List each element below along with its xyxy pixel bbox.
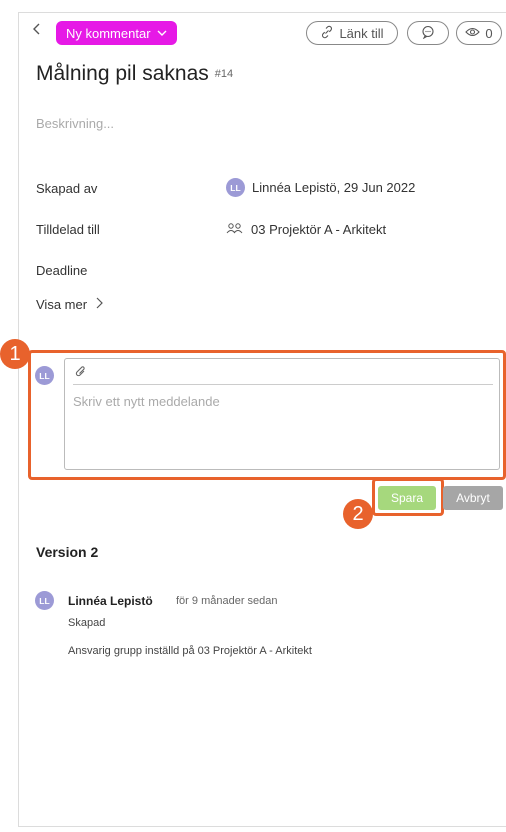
history-author: Linnéa Lepistö xyxy=(68,594,153,608)
watchers-button[interactable]: 0 xyxy=(456,21,502,45)
save-button[interactable]: Spara xyxy=(378,486,436,510)
comment-editor[interactable]: Skriv ett nytt meddelande xyxy=(64,358,500,470)
chevron-right-icon xyxy=(95,297,103,312)
assigned-to-label: Tilldelad till xyxy=(36,222,100,237)
group-icon xyxy=(226,222,244,237)
history-time: för 9 månader sedan xyxy=(176,595,278,607)
link-icon xyxy=(320,25,334,42)
comment-button[interactable] xyxy=(407,21,449,45)
eye-icon xyxy=(465,26,481,41)
comment-avatar: LL xyxy=(35,366,54,385)
assigned-to-text: 03 Projektör A - Arkitekt xyxy=(251,222,387,237)
created-by-label: Skapad av xyxy=(36,181,98,196)
chevron-down-icon xyxy=(157,26,167,41)
history-avatar: LL xyxy=(35,591,54,610)
history-created: Skapad xyxy=(68,617,106,629)
issue-number: #14 xyxy=(214,68,234,81)
show-more-button[interactable]: Visa mer xyxy=(36,297,103,312)
comment-icon xyxy=(421,25,435,42)
chevron-left-icon[interactable] xyxy=(32,22,42,41)
new-comment-dropdown[interactable]: Ny kommentar xyxy=(56,21,177,45)
link-to-button[interactable]: Länk till xyxy=(306,21,398,45)
watchers-count: 0 xyxy=(485,25,493,41)
new-comment-label: Ny kommentar xyxy=(66,25,151,41)
created-by-value: LL Linnéa Lepistö, 29 Jun 2022 xyxy=(226,178,415,197)
created-by-text: Linnéa Lepistö, 29 Jun 2022 xyxy=(252,180,416,195)
editor-toolbar xyxy=(73,364,493,385)
issue-title[interactable]: Målning pil saknas #14 xyxy=(36,62,233,86)
assigned-to-value[interactable]: 03 Projektör A - Arkitekt xyxy=(226,222,386,237)
paperclip-icon[interactable] xyxy=(75,365,87,384)
description-field[interactable]: Beskrivning... xyxy=(36,116,114,131)
show-more-label: Visa mer xyxy=(36,297,88,312)
deadline-label: Deadline xyxy=(36,263,88,278)
history-assigned-group: Ansvarig grupp inställd på 03 Projektör … xyxy=(68,645,312,657)
issue-title-text: Målning pil saknas xyxy=(36,62,209,85)
step-marker-2: 2 xyxy=(343,499,373,529)
link-to-label: Länk till xyxy=(339,25,384,41)
cancel-button[interactable]: Avbryt xyxy=(443,486,503,510)
version-title: Version 2 xyxy=(36,544,99,560)
avatar: LL xyxy=(226,178,245,197)
step-marker-1: 1 xyxy=(0,339,30,369)
comment-input[interactable]: Skriv ett nytt meddelande xyxy=(73,394,220,409)
